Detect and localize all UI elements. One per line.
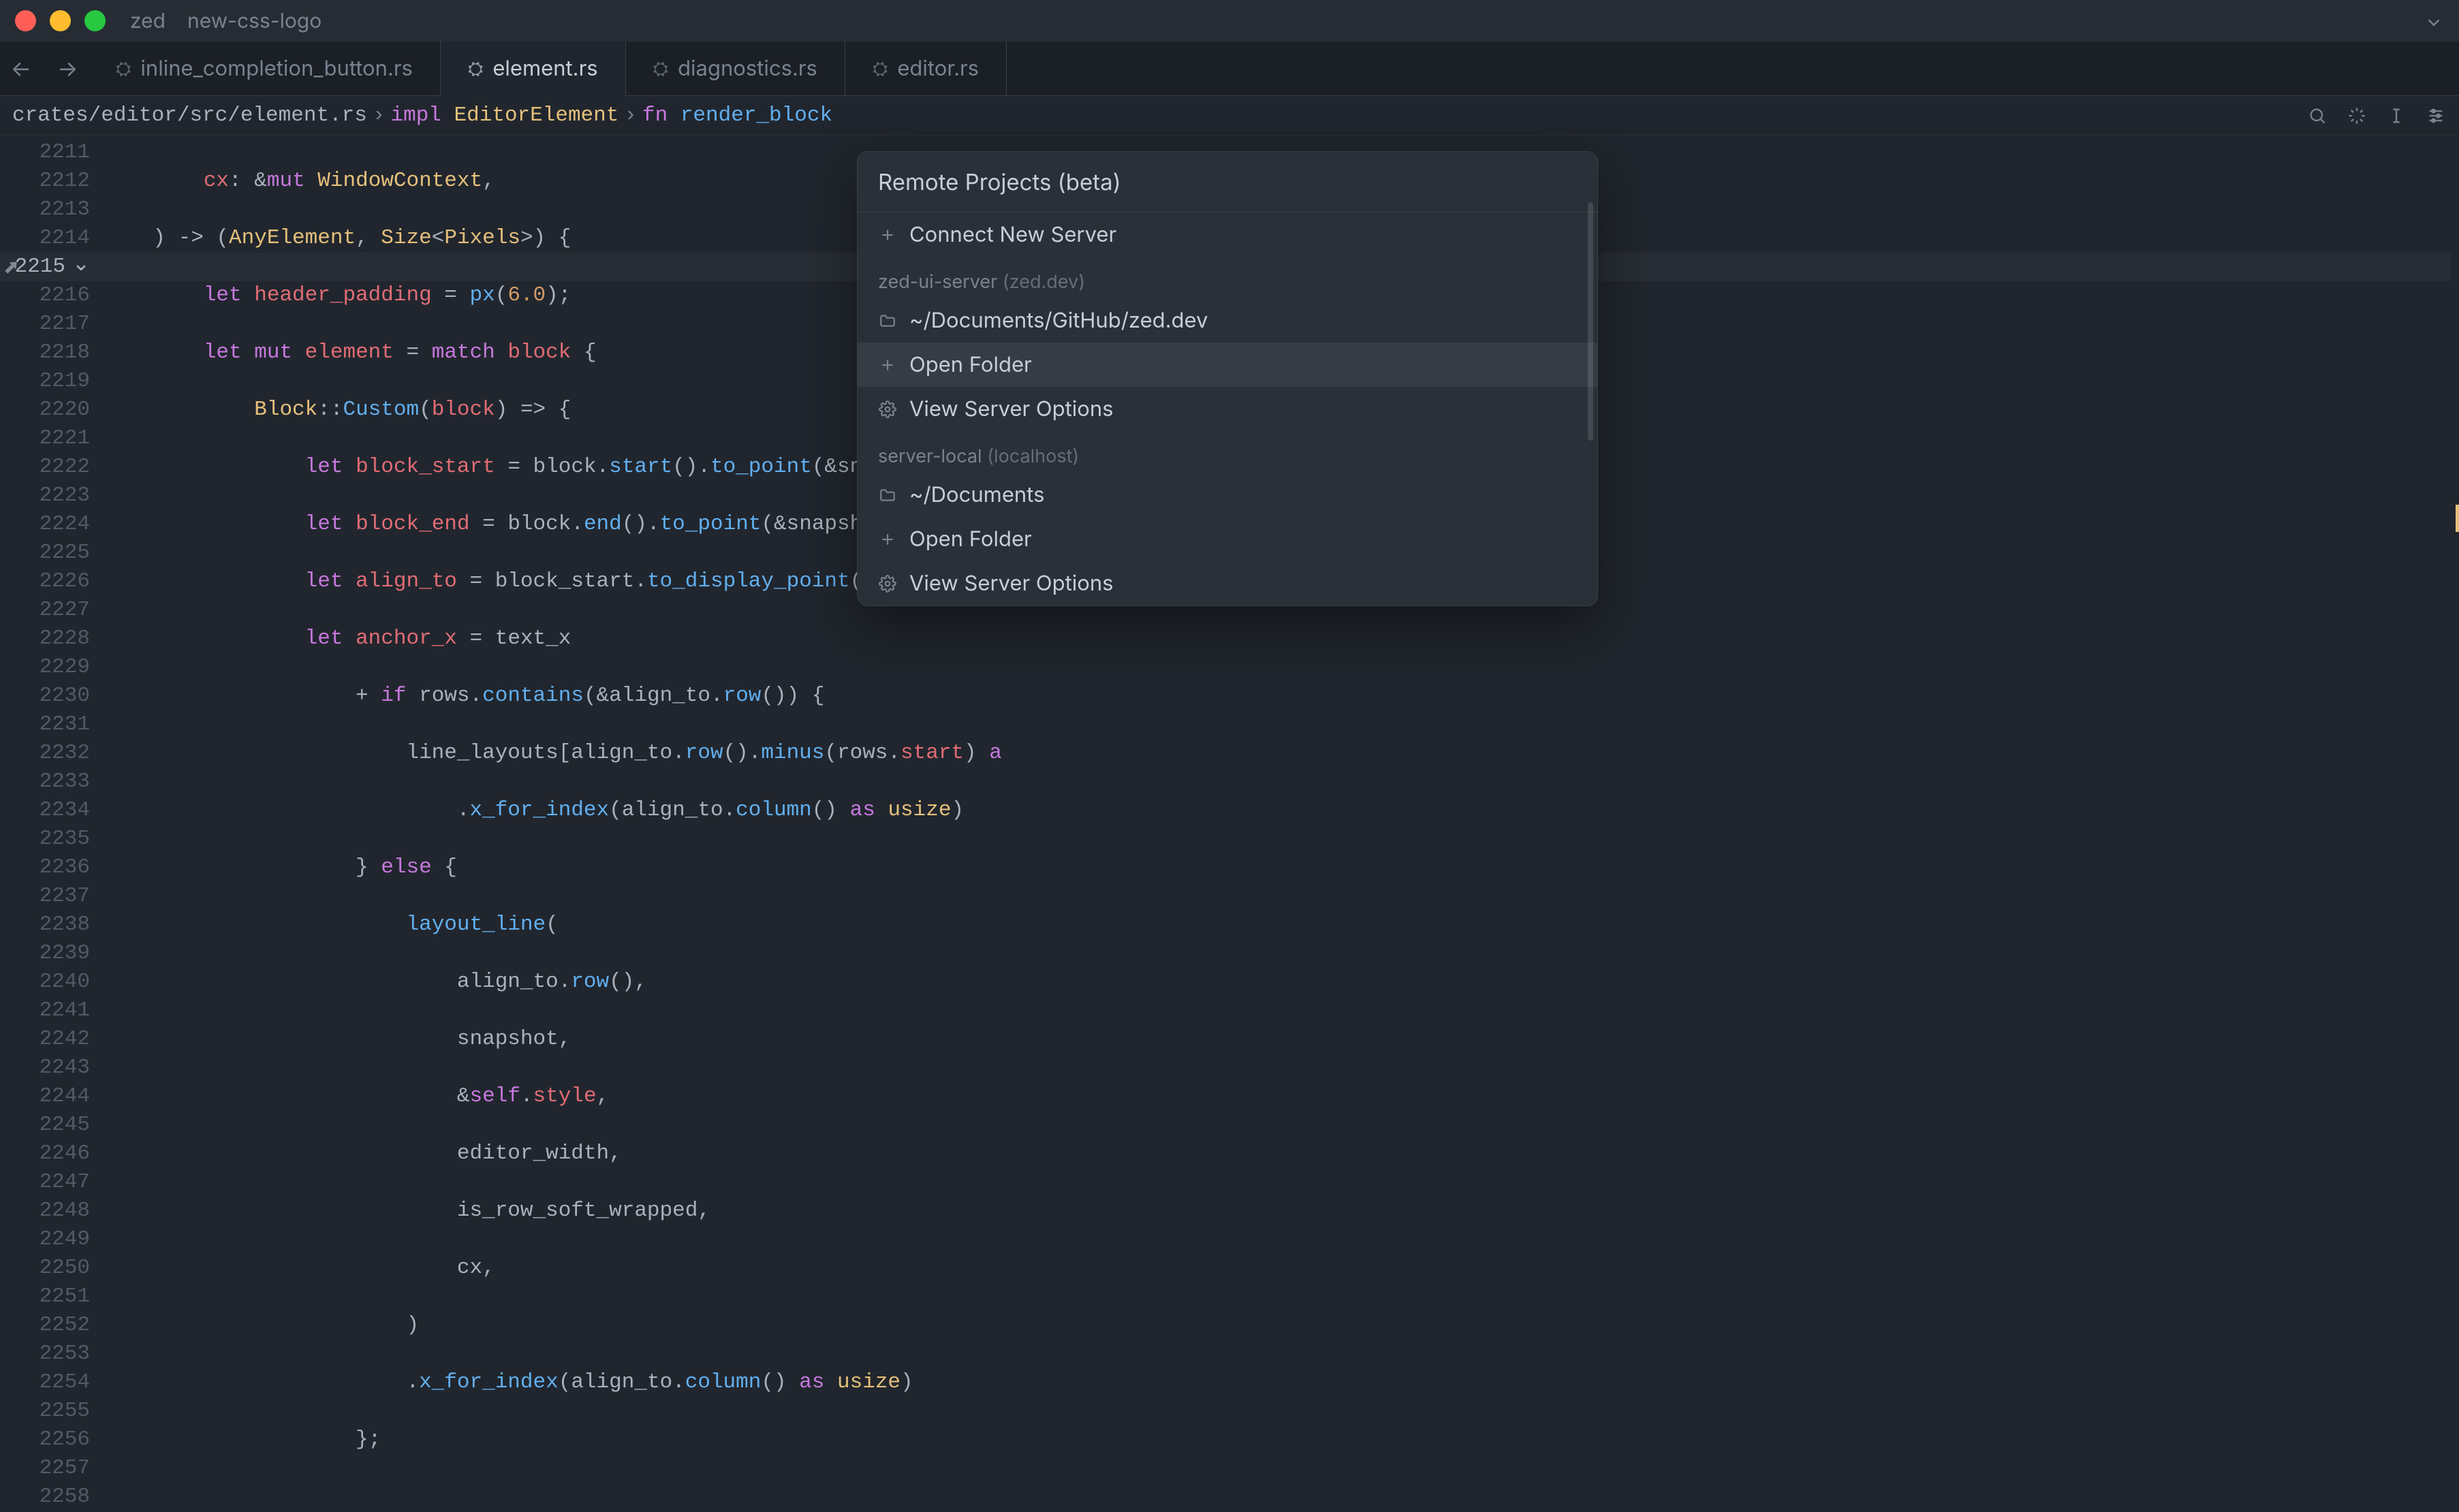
view-server-options-item[interactable]: View Server Options bbox=[858, 561, 1597, 605]
remote-projects-popup: Remote Projects (beta) Connect New Serve… bbox=[857, 151, 1598, 606]
popup-item-label: ~/Documents bbox=[909, 482, 1044, 507]
folder-icon bbox=[878, 312, 897, 330]
nav-arrows: ← → bbox=[0, 42, 89, 95]
tab-label: editor.rs bbox=[897, 56, 979, 81]
settings-icon[interactable] bbox=[2426, 106, 2447, 125]
open-folder-item[interactable]: Open Folder bbox=[858, 517, 1597, 561]
open-folder-item[interactable]: Open Folder bbox=[858, 343, 1597, 387]
breadcrumb-separator: › bbox=[373, 104, 386, 127]
breadcrumb-impl-keyword[interactable]: impl bbox=[391, 104, 441, 127]
popup-title: Remote Projects (beta) bbox=[858, 152, 1597, 212]
breadcrumb-fn-name[interactable]: render_block bbox=[680, 104, 832, 127]
titlebar-menu-button[interactable] bbox=[2424, 12, 2444, 33]
titlebar: zed new-css-logo bbox=[0, 0, 2459, 42]
tab-label: inline_completion_button.rs bbox=[140, 56, 413, 81]
breadcrumb-path[interactable]: crates/editor/src/element.rs bbox=[12, 104, 367, 127]
close-window-button[interactable] bbox=[15, 10, 36, 31]
server-group-label: server-local (localhost) bbox=[858, 431, 1597, 473]
popup-scrollbar[interactable] bbox=[1588, 202, 1593, 441]
gear-icon bbox=[878, 575, 897, 593]
folder-item[interactable]: ~/Documents bbox=[858, 473, 1597, 517]
line-number-gutter: 2211 2212 2213 2214 2215⌄ 2216 2217 2218… bbox=[0, 136, 102, 1512]
tab-editor-rs[interactable]: ⛭ editor.rs bbox=[845, 42, 1007, 95]
rust-file-icon: ⛭ bbox=[468, 57, 483, 80]
window-controls bbox=[15, 10, 106, 31]
zoom-window-button[interactable] bbox=[84, 10, 106, 31]
rust-file-icon: ⛭ bbox=[116, 57, 131, 80]
scroll-indicator bbox=[2456, 505, 2459, 532]
tab-element-rs[interactable]: ⛭ element.rs bbox=[441, 42, 626, 95]
popup-item-label: Connect New Server bbox=[909, 222, 1116, 247]
tab-inline-completion-button[interactable]: ⛭ inline_completion_button.rs bbox=[89, 42, 441, 95]
nav-forward-button[interactable]: → bbox=[57, 55, 78, 82]
gear-icon bbox=[878, 400, 897, 418]
server-group-label: zed-ui-server (zed.dev) bbox=[858, 257, 1597, 298]
connect-new-server-item[interactable]: Connect New Server bbox=[858, 212, 1597, 257]
breadcrumb-fn-keyword[interactable]: fn bbox=[642, 104, 668, 127]
folder-item[interactable]: ~/Documents/GitHub/zed.dev bbox=[858, 298, 1597, 343]
popup-item-label: View Server Options bbox=[909, 571, 1114, 596]
search-icon[interactable] bbox=[2308, 106, 2328, 125]
breadcrumb: crates/editor/src/element.rs › impl Edit… bbox=[0, 96, 2459, 136]
minimize-window-button[interactable] bbox=[50, 10, 71, 31]
project-name[interactable]: zed bbox=[130, 9, 166, 33]
folder-icon bbox=[878, 486, 897, 504]
nav-back-button[interactable]: ← bbox=[10, 55, 31, 82]
rust-file-icon: ⛭ bbox=[653, 57, 668, 80]
cursor-icon[interactable] bbox=[2387, 106, 2407, 125]
branch-name[interactable]: new-css-logo bbox=[187, 9, 322, 33]
plus-icon bbox=[878, 226, 897, 244]
plus-icon bbox=[878, 356, 897, 374]
tab-bar: ← → ⛭ inline_completion_button.rs ⛭ elem… bbox=[0, 42, 2459, 96]
tab-label: element.rs bbox=[492, 56, 597, 81]
popup-item-label: ~/Documents/GitHub/zed.dev bbox=[909, 308, 1208, 333]
popup-item-label: View Server Options bbox=[909, 396, 1114, 422]
editor-toolbar bbox=[2308, 106, 2447, 125]
breadcrumb-separator: › bbox=[624, 104, 637, 127]
popup-item-label: Open Folder bbox=[909, 352, 1032, 377]
view-server-options-item[interactable]: View Server Options bbox=[858, 387, 1597, 431]
tab-label: diagnostics.rs bbox=[678, 56, 817, 81]
plus-icon bbox=[878, 531, 897, 548]
assist-icon[interactable] bbox=[2347, 106, 2368, 125]
tab-diagnostics-rs[interactable]: ⛭ diagnostics.rs bbox=[626, 42, 845, 95]
rust-file-icon: ⛭ bbox=[873, 57, 888, 80]
popup-item-label: Open Folder bbox=[909, 526, 1032, 552]
breadcrumb-type[interactable]: EditorElement bbox=[454, 104, 619, 127]
